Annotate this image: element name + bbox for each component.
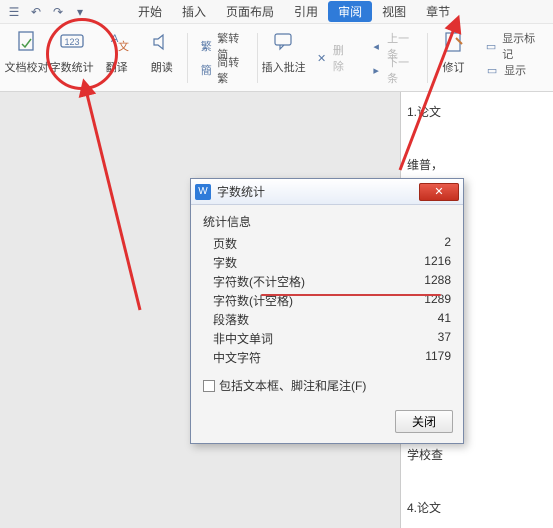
include-checkbox-row[interactable]: 包括文本框、脚注和尾注(F) <box>203 377 451 394</box>
show-markup-button[interactable]: ▭ 显示标记 <box>480 35 545 57</box>
stat-label: 字符数(不计空格) <box>213 273 305 290</box>
stats-list: 页数2 字数1216 字符数(不计空格)1288 字符数(计空格)1289 段落… <box>203 234 451 367</box>
word-count-label: 字数统计 <box>50 59 94 75</box>
stat-value: 41 <box>438 311 451 328</box>
dialog-titlebar[interactable]: W 字数统计 ✕ <box>191 179 463 205</box>
tab-start[interactable]: 开始 <box>128 1 172 22</box>
save-icon[interactable]: ☰ <box>6 4 22 20</box>
next-label: 下一条 <box>387 54 416 86</box>
next-comment-button[interactable]: ▸ 下一条 <box>365 59 420 81</box>
word-count-icon: 123 <box>58 28 86 56</box>
svg-text:123: 123 <box>64 37 79 47</box>
svg-text:文: 文 <box>118 39 129 53</box>
tab-section[interactable]: 章节 <box>416 1 460 22</box>
show-group: ▭ 显示标记 ▭ 显示 <box>476 28 549 88</box>
stat-row: 中文字符 1179 <box>213 348 451 367</box>
stat-row: 页数 2 <box>213 234 451 253</box>
stats-section-label: 统计信息 <box>203 213 451 230</box>
show-icon: ▭ <box>484 62 500 78</box>
read-aloud-label: 朗读 <box>151 59 173 75</box>
tab-insert[interactable]: 插入 <box>172 1 216 22</box>
stat-label: 页数 <box>213 235 237 252</box>
word-count-dialog: W 字数统计 ✕ 统计信息 页数 2 字数 1216 字符数(不计空格) 1288 字… <box>190 178 464 444</box>
markup-icon: ▭ <box>484 38 498 54</box>
dialog-footer: 关闭 <box>191 404 463 443</box>
dialog-title: 字数统计 <box>217 183 419 200</box>
ribbon: 文档校对 123 字数统计 A文 翻译 朗读 繁 繁转简 簡 简转繁 插入批注 … <box>0 24 553 92</box>
translate-label: 翻译 <box>106 59 128 75</box>
next-icon: ▸ <box>369 62 383 78</box>
insert-comment-label: 插入批注 <box>262 59 306 75</box>
read-aloud-icon <box>148 28 176 56</box>
trad-to-simp-button[interactable]: 簡 简转繁 <box>195 59 250 81</box>
delete-label: 删除 <box>333 42 353 74</box>
stat-value: 1179 <box>425 349 451 366</box>
track-changes-button[interactable]: 修订 <box>431 28 476 88</box>
separator <box>427 33 428 83</box>
doc-line <box>407 128 553 148</box>
stat-label: 段落数 <box>213 311 249 328</box>
redo-icon[interactable]: ↷ <box>50 4 66 20</box>
delete-icon: ✕ <box>314 50 329 66</box>
conversion-group: 繁 繁转简 簡 简转繁 <box>191 28 254 88</box>
tab-review[interactable]: 审阅 <box>328 1 372 22</box>
doc-line <box>407 471 553 491</box>
dialog-close-x-button[interactable]: ✕ <box>419 183 459 201</box>
simp-char-icon: 繁 <box>199 38 213 54</box>
quick-access: ☰ ↶ ↷ ▾ <box>6 4 88 20</box>
menu-icon[interactable]: ▾ <box>72 4 88 20</box>
separator <box>187 33 188 83</box>
tab-reference[interactable]: 引用 <box>284 1 328 22</box>
track-label: 修订 <box>443 59 465 75</box>
separator <box>257 33 258 83</box>
insert-comment-button[interactable]: 插入批注 <box>261 28 306 88</box>
undo-icon[interactable]: ↶ <box>28 4 44 20</box>
ribbon-tabs: 开始 插入 页面布局 引用 审阅 视图 章节 <box>128 1 460 22</box>
doc-check-button[interactable]: 文档校对 <box>4 28 49 88</box>
doc-line: 4.论文 <box>407 498 553 518</box>
track-icon <box>440 28 468 56</box>
doc-check-label: 文档校对 <box>5 59 49 75</box>
annotation-underline <box>261 294 441 296</box>
stat-value: 1288 <box>424 273 451 290</box>
tab-view[interactable]: 视图 <box>372 1 416 22</box>
stat-label: 字数 <box>213 254 237 271</box>
stat-value: 2 <box>444 235 451 252</box>
comment-nav-group: ✕ 删除 <box>306 28 361 88</box>
checkbox-icon[interactable] <box>203 380 215 392</box>
doc-line: 1.论文 <box>407 102 553 122</box>
trad-to-simp-label: 简转繁 <box>217 54 246 86</box>
show-markup-label: 显示标记 <box>502 30 541 62</box>
checkbox-label: 包括文本框、脚注和尾注(F) <box>219 377 366 394</box>
app-logo-icon: W <box>195 184 211 200</box>
show-button[interactable]: ▭ 显示 <box>480 59 545 81</box>
doc-line: 维普， <box>407 155 553 175</box>
stat-label: 非中文单词 <box>213 330 273 347</box>
prev-next-group: ◂ 上一条 ▸ 下一条 <box>361 28 424 88</box>
translate-button[interactable]: A文 翻译 <box>94 28 139 88</box>
word-count-button[interactable]: 123 字数统计 <box>49 28 94 88</box>
tab-layout[interactable]: 页面布局 <box>216 1 284 22</box>
tab-strip: ☰ ↶ ↷ ▾ 开始 插入 页面布局 引用 审阅 视图 章节 <box>0 0 553 24</box>
stat-label: 中文字符 <box>213 349 261 366</box>
delete-comment-button[interactable]: ✕ 删除 <box>310 47 357 69</box>
stat-row: 字数 1216 <box>213 253 451 272</box>
stat-row: 段落数 41 <box>213 310 451 329</box>
stat-row: 非中文单词 37 <box>213 329 451 348</box>
doc-line: 学校查 <box>407 445 553 465</box>
trad-char-icon: 簡 <box>199 62 213 78</box>
stat-value: 37 <box>438 330 451 347</box>
close-button[interactable]: 关闭 <box>395 410 453 433</box>
prev-icon: ◂ <box>369 38 383 54</box>
comment-icon <box>270 28 298 56</box>
show-label: 显示 <box>504 62 526 78</box>
stat-row: 字符数(不计空格) 1288 <box>213 272 451 291</box>
dialog-body: 统计信息 页数2 字数1216 字符数(不计空格)1288 字符数(计空格)12… <box>191 205 463 404</box>
translate-icon: A文 <box>103 28 131 56</box>
stat-value: 1216 <box>424 254 451 271</box>
read-aloud-button[interactable]: 朗读 <box>139 28 184 88</box>
doc-check-icon <box>13 28 41 56</box>
